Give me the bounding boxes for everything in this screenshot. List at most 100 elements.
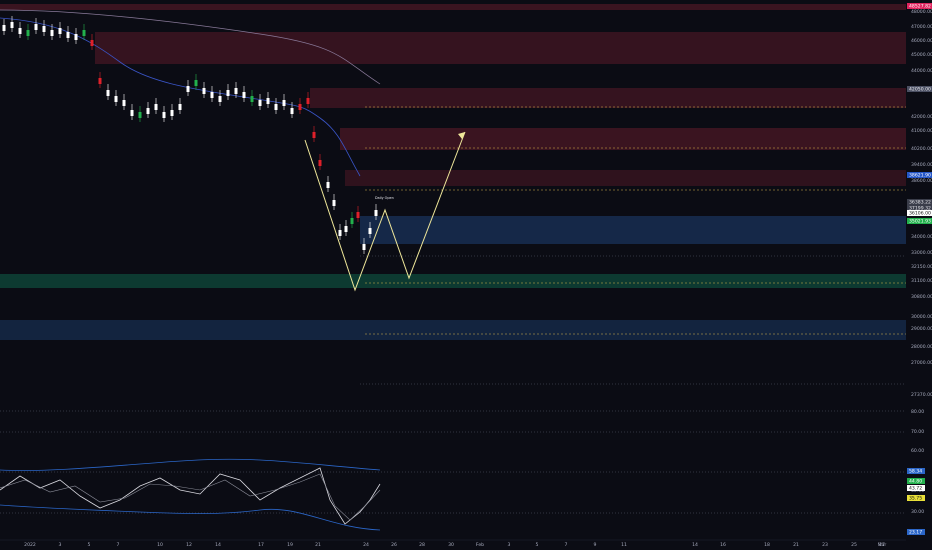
candle-body — [258, 100, 262, 106]
time-axis-label: 3 — [508, 542, 511, 548]
candle-body — [350, 218, 354, 224]
candle-body — [50, 30, 54, 36]
time-axis-label: 21 — [315, 542, 321, 548]
candle-body — [332, 200, 336, 206]
candle-body — [326, 182, 330, 188]
resistance-zone-3 — [340, 128, 906, 150]
candle-body — [338, 230, 342, 236]
candle-body — [234, 88, 238, 94]
time-axis-label: 18 — [764, 542, 770, 548]
candle-body — [138, 112, 142, 118]
candle-body — [362, 244, 366, 250]
demand-zone-2 — [0, 320, 906, 340]
time-axis-label: 26 — [391, 542, 397, 548]
resistance-zone-top — [0, 4, 906, 10]
candle-body — [374, 210, 378, 216]
candle-body — [42, 26, 46, 32]
candle-body — [162, 112, 166, 118]
price-scale-label: 29000.00 — [911, 326, 932, 332]
oscillator-tag-text: 35.75 — [909, 496, 922, 502]
candle-body — [106, 90, 110, 96]
time-axis-label: 14 — [692, 542, 698, 548]
oscillator-scale-label: 30.00 — [911, 509, 924, 515]
time-axis-label: 14 — [215, 542, 221, 548]
candle-body — [178, 104, 182, 110]
price-scale-label: 32150.00 — [911, 264, 932, 270]
oscillator-tag-text: 58.34 — [909, 469, 922, 475]
price-scale-label: 33000.00 — [911, 250, 932, 256]
candle-body — [74, 34, 78, 40]
price-scale-label: 44000.00 — [911, 68, 932, 74]
time-axis-label: 3 — [59, 542, 62, 548]
daily-open-label: Daily Open — [375, 196, 394, 200]
candle-body — [146, 108, 150, 114]
resistance-zone-4 — [345, 170, 906, 186]
oscillator-scale-label: 60.00 — [911, 448, 924, 454]
time-axis-label: Mar — [878, 542, 887, 548]
candle-body — [194, 80, 198, 86]
candle-body — [266, 98, 270, 104]
price-scale-label: 47000.00 — [911, 24, 932, 30]
price-scale-label: 31100.00 — [911, 278, 932, 284]
oscillator-tag-text: 44.80 — [909, 479, 922, 485]
time-axis-label: 19 — [287, 542, 293, 548]
oscillator-scale-label: 70.00 — [911, 429, 924, 435]
candle-body — [282, 100, 286, 106]
candle-body — [170, 110, 174, 116]
price-scale-label: 45000.00 — [911, 52, 932, 58]
time-axis-label: 5 — [88, 542, 91, 548]
time-axis-label: Feb — [476, 542, 484, 548]
price-scale-label: 40200.00 — [911, 146, 932, 152]
price-scale-label: 42000.00 — [911, 114, 932, 120]
candle-body — [58, 28, 62, 34]
oscillator-tag-text: 43.72 — [909, 486, 922, 492]
candle-body — [242, 92, 246, 98]
candle-body — [130, 110, 134, 116]
candle-body — [90, 40, 94, 46]
time-axis-label: 25 — [851, 542, 857, 548]
resistance-zone-2 — [310, 88, 906, 108]
support-zone — [0, 274, 906, 288]
time-axis-label: 2022 — [24, 542, 36, 548]
price-scale-label: 27000.00 — [911, 360, 932, 366]
resistance-zone-1 — [95, 32, 906, 64]
price-tag-text: 48527.82 — [909, 4, 931, 10]
candle-body — [344, 226, 348, 232]
oscillator-tag-text: 23.17 — [909, 530, 922, 536]
time-axis-label: 16 — [720, 542, 726, 548]
candle-body — [34, 24, 38, 30]
candle-body — [82, 30, 86, 36]
candle-body — [318, 160, 322, 166]
time-axis-label: 7 — [117, 542, 120, 548]
price-scale-label: 27370.00 — [911, 392, 932, 398]
price-scale-label: 48000.00 — [911, 9, 932, 15]
time-axis-label: 24 — [363, 542, 369, 548]
time-axis-label: 9 — [594, 542, 597, 548]
time-axis-label: 17 — [258, 542, 264, 548]
candle-body — [114, 96, 118, 102]
candle-body — [2, 25, 6, 31]
oscillator-scale-label: 80.00 — [911, 409, 924, 415]
candle-body — [18, 28, 22, 34]
candle-body — [274, 104, 278, 110]
price-tag-text: 38621.90 — [909, 173, 931, 179]
time-axis-label: 23 — [822, 542, 828, 548]
time-axis-label: 21 — [793, 542, 799, 548]
trading-chart[interactable]: Daily Open 48000.00 47000.00 46000.00 45000… — [0, 0, 932, 550]
candle-body — [250, 96, 254, 102]
candle-body — [186, 86, 190, 92]
time-axis-label: 5 — [536, 542, 539, 548]
time-axis-label: 30 — [448, 542, 454, 548]
candle-body — [218, 96, 222, 102]
price-scale-label: 46000.00 — [911, 38, 932, 44]
candle-body — [226, 90, 230, 96]
candle-body — [298, 104, 302, 110]
candle-body — [66, 32, 70, 38]
candle-body — [356, 212, 360, 218]
time-axis-label: 12 — [186, 542, 192, 548]
price-tag-text: 35021.93 — [909, 219, 931, 225]
price-scale-label: 30800.00 — [911, 294, 932, 300]
candle-body — [10, 22, 14, 28]
price-scale-label: 34000.00 — [911, 234, 932, 240]
candle-body — [210, 92, 214, 98]
